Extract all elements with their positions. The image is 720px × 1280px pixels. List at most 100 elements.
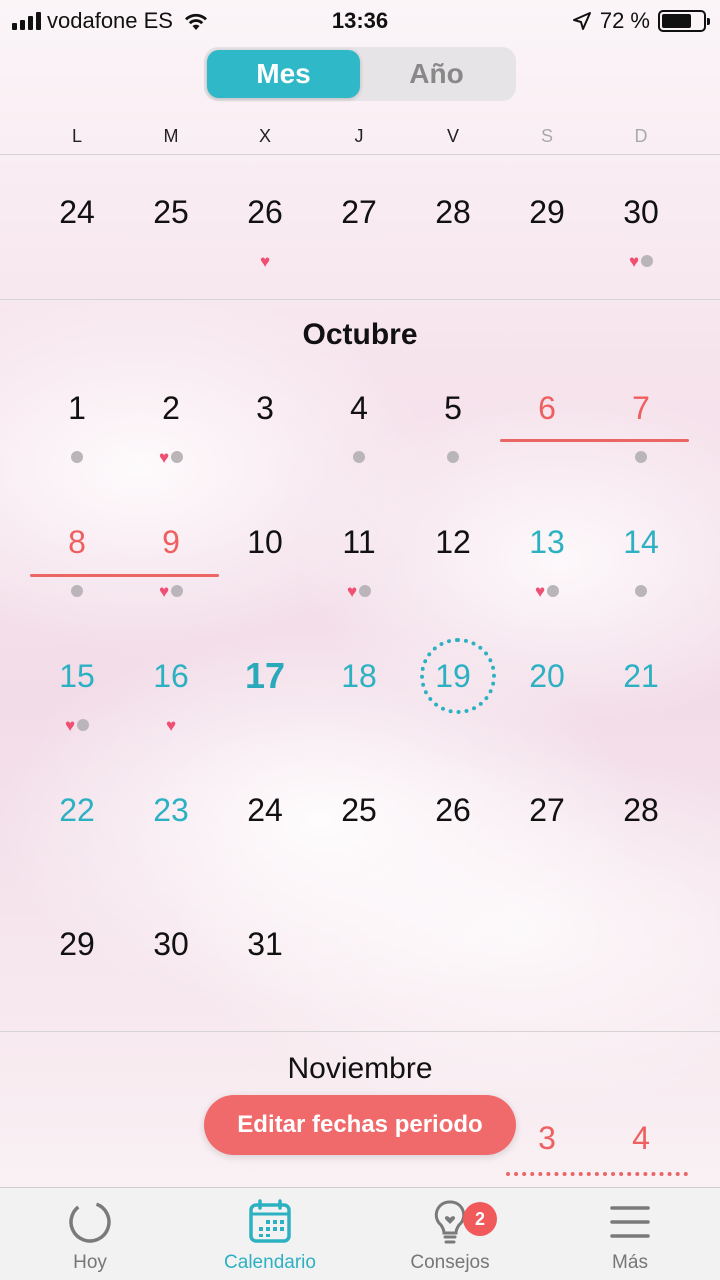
location-arrow-icon [572, 12, 591, 30]
day-cell[interactable]: 31 [218, 924, 312, 1034]
day-cell[interactable]: 25 [312, 790, 406, 900]
day-number: 20 [529, 658, 565, 694]
heart-icon: ♥ [64, 715, 76, 735]
day-cell[interactable]: 30 [124, 924, 218, 1034]
day-number: 24 [59, 194, 95, 230]
day-number: 16 [153, 658, 189, 694]
tab-tips[interactable]: 2 Consejos [360, 1188, 540, 1280]
tab-bar: Hoy Calendario 2 Consejos Más [0, 1187, 720, 1280]
day-cell[interactable]: 28 [406, 192, 500, 302]
day-cell-predicted[interactable]: 19 [406, 638, 500, 766]
day-cell[interactable]: 25 [124, 192, 218, 302]
menu-icon [610, 1206, 650, 1238]
day-cell[interactable]: 26 [406, 790, 500, 900]
day-cell[interactable]: 10 [218, 522, 312, 632]
day-number: 3 [256, 390, 274, 426]
weekday-header: L M X J V S D [30, 126, 688, 147]
tab-today[interactable]: Hoy [0, 1188, 180, 1280]
day-number: 27 [529, 792, 565, 828]
day-cell[interactable]: 24 [218, 790, 312, 900]
day-number: 13 [529, 524, 565, 560]
day-number: 6 [538, 390, 556, 426]
tab-label: Calendario [224, 1252, 316, 1273]
heart-icon: ♥ [346, 581, 358, 601]
day-number[interactable]: 4 [594, 1120, 688, 1157]
heart-icon: ♥ [158, 447, 170, 467]
dot-icon [641, 255, 654, 267]
day-number: 18 [341, 658, 377, 694]
day-cell[interactable]: 18 [312, 656, 406, 766]
day-number: 24 [247, 792, 283, 828]
dot-icon [71, 585, 83, 597]
month-title-november: Noviembre [287, 1052, 433, 1085]
day-cell[interactable]: 14 [594, 522, 688, 632]
day-number-today: 17 [244, 655, 286, 696]
day-number: 26 [435, 792, 471, 828]
calendar-week: 8 9 ♥ 10 11 ♥ 12 13 ♥ 14 [30, 522, 688, 632]
day-cell[interactable]: 16 ♥ [124, 656, 218, 766]
dot-icon [77, 719, 90, 731]
segment-year[interactable]: Año [360, 50, 513, 98]
day-number: 10 [247, 524, 283, 560]
day-cell[interactable]: 3 [218, 388, 312, 498]
day-cell[interactable]: 12 [406, 522, 500, 632]
day-cell[interactable]: 27 [500, 790, 594, 900]
weekday-label: V [446, 126, 459, 146]
day-cell[interactable]: 6 [500, 388, 594, 498]
day-cell[interactable]: 15 ♥ [30, 656, 124, 766]
dot-icon [635, 585, 647, 597]
tab-label: Hoy [73, 1252, 107, 1273]
tab-more[interactable]: Más [540, 1188, 720, 1280]
divider [0, 154, 720, 155]
view-segmented-control: Mes Año [204, 47, 516, 101]
divider [0, 299, 720, 300]
day-number: 29 [529, 194, 565, 230]
day-cell[interactable]: 26 ♥ [218, 192, 312, 302]
day-cell[interactable]: 27 [312, 192, 406, 302]
day-cell[interactable]: 22 [30, 790, 124, 900]
day-cell[interactable]: 28 [594, 790, 688, 900]
day-cell[interactable]: 20 [500, 656, 594, 766]
weekday-label: J [354, 126, 364, 146]
day-number: 22 [59, 792, 95, 828]
day-cell[interactable]: 2 ♥ [124, 388, 218, 498]
period-line [30, 574, 219, 577]
tab-label: Consejos [410, 1252, 490, 1273]
divider [0, 1031, 720, 1032]
day-cell[interactable]: 4 [312, 388, 406, 498]
day-cell[interactable]: 5 [406, 388, 500, 498]
day-number: 31 [247, 926, 283, 962]
day-number: 23 [153, 792, 189, 828]
day-cell[interactable]: 9 ♥ [124, 522, 218, 632]
day-cell[interactable]: 8 [30, 522, 124, 632]
dot-icon [447, 451, 459, 463]
segment-month[interactable]: Mes [207, 50, 360, 98]
day-cell[interactable]: 1 [30, 388, 124, 498]
day-cell-today[interactable]: 17 [218, 656, 312, 766]
day-cell[interactable]: 24 [30, 192, 124, 302]
day-number: 8 [68, 524, 86, 560]
day-number: 21 [623, 658, 659, 694]
day-number: 2 [162, 390, 180, 426]
day-cell[interactable]: 11 ♥ [312, 522, 406, 632]
dot-icon [359, 585, 372, 597]
day-cell[interactable]: 13 ♥ [500, 522, 594, 632]
day-number: 4 [350, 390, 368, 426]
day-number: 30 [153, 926, 189, 962]
day-cell[interactable]: 23 [124, 790, 218, 900]
day-number: 14 [623, 524, 659, 560]
day-cell[interactable]: 29 [30, 924, 124, 1034]
dot-icon [547, 585, 560, 597]
dot-icon [353, 451, 365, 463]
edit-period-dates-button[interactable]: Editar fechas periodo [204, 1095, 516, 1155]
day-number: 26 [247, 194, 283, 230]
ring-icon [69, 1201, 111, 1243]
day-cell[interactable]: 7 [594, 388, 688, 498]
heart-icon: ♥ [165, 715, 177, 735]
calendar-week: 15 ♥ 16 ♥ 17 18 19 20 21 [30, 638, 688, 766]
day-cell[interactable]: 21 [594, 656, 688, 766]
day-number: 7 [632, 390, 650, 426]
day-cell[interactable]: 29 [500, 192, 594, 302]
tab-calendar[interactable]: Calendario [180, 1188, 360, 1280]
day-cell[interactable]: 30 ♥ [594, 192, 688, 302]
